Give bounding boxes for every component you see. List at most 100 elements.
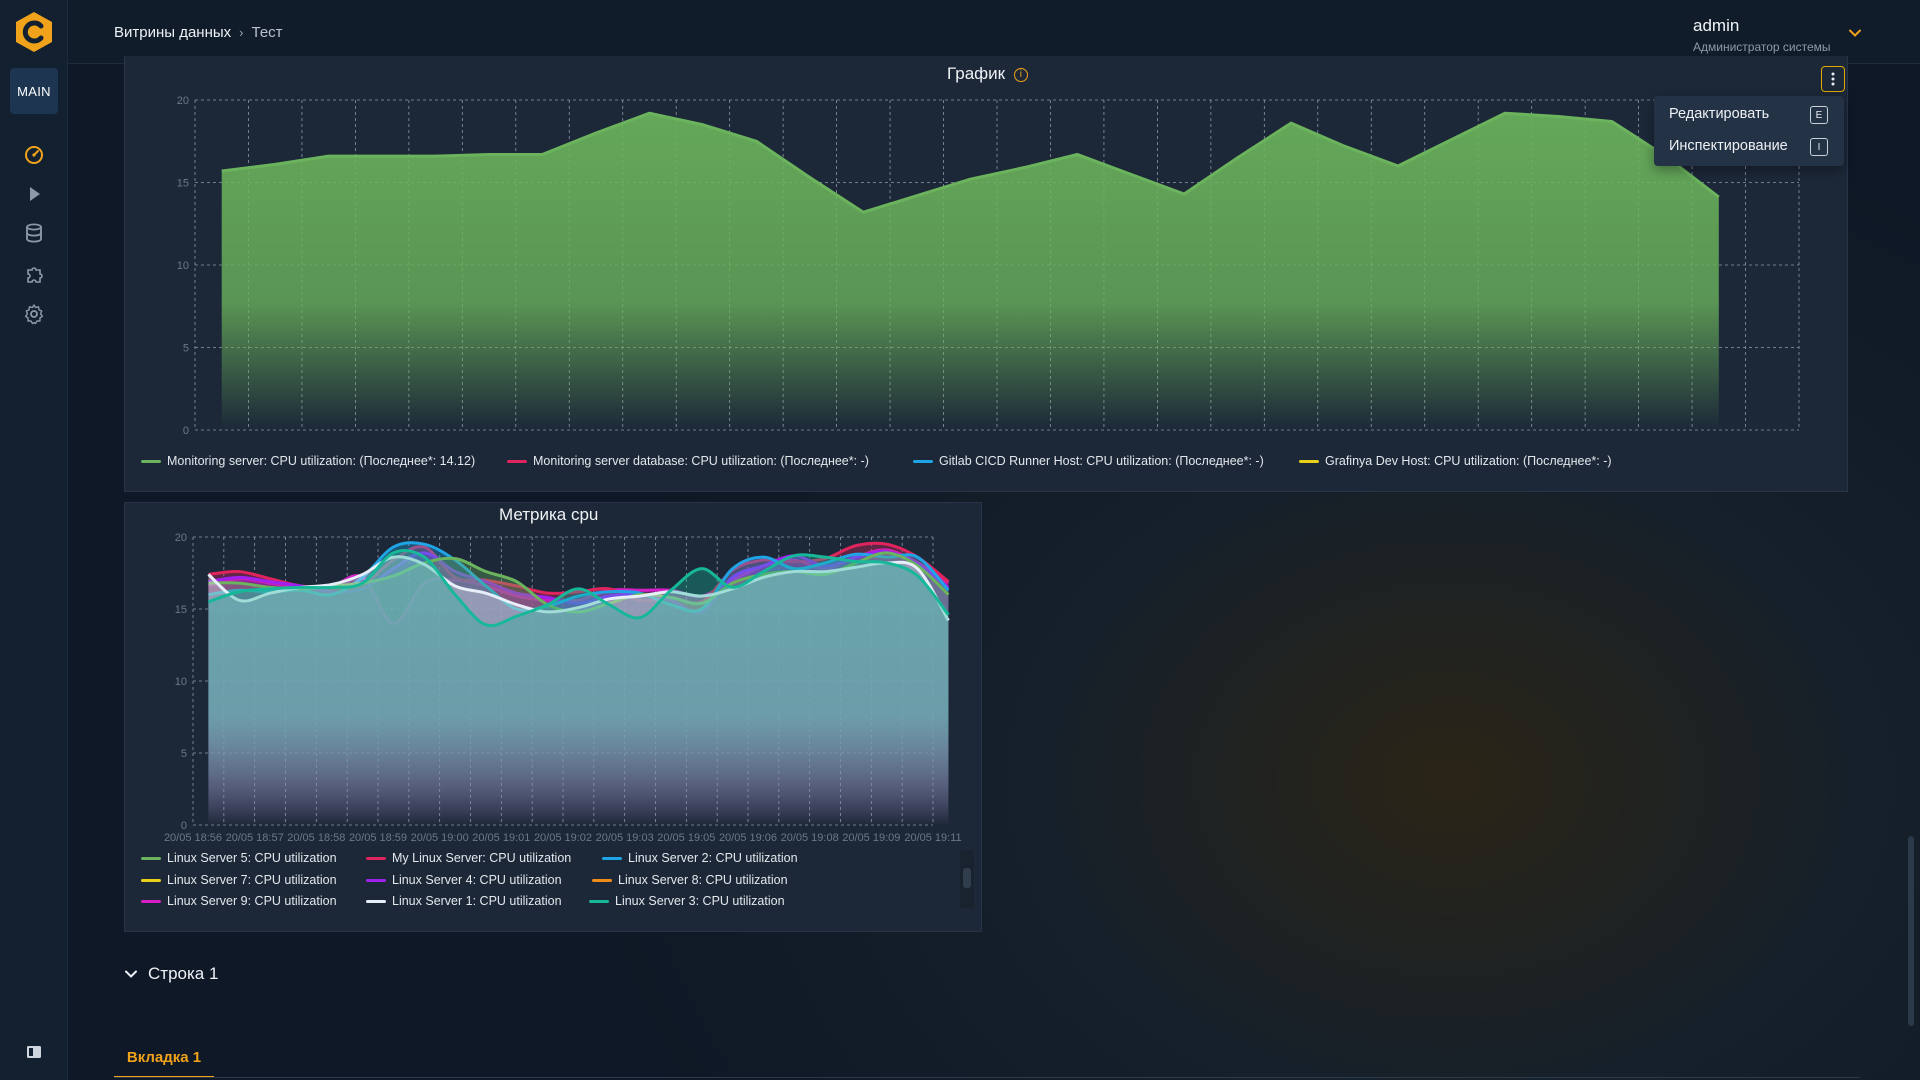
legend-swatch	[366, 856, 386, 860]
legend-item[interactable]: Linux Server 4: CPU utilization	[366, 873, 562, 887]
y-tick-label: 10	[175, 676, 187, 688]
y-tick-label: 15	[177, 178, 189, 190]
chevron-down-icon[interactable]	[1848, 26, 1862, 40]
legend-label: Linux Server 3: CPU utilization	[615, 894, 785, 908]
x-tick-label: 20/05 19:06	[719, 832, 777, 841]
user-menu[interactable]: admin Администратор системы	[1693, 16, 1831, 54]
row-label: Строка 1	[148, 964, 219, 983]
y-tick-label: 15	[175, 604, 187, 616]
x-tick-label: 20/05 19:03	[596, 832, 654, 841]
x-tick-label: 20/05 19:11	[904, 832, 961, 841]
legend-swatch	[1299, 459, 1319, 463]
menu-item-edit[interactable]: Редактировать	[1669, 106, 1769, 122]
panel-metrika-cpu: Метрика cpu 20 15 10 5 0 20/05 18:56 20/05 18:…	[124, 502, 982, 932]
legend-swatch	[589, 899, 609, 903]
y-tick-label: 20	[175, 532, 187, 544]
chart-legend: Monitoring server: CPU utilization: (Пос…	[133, 454, 1833, 474]
legend-label: My Linux Server: CPU utilization	[392, 851, 572, 865]
legend-label: Linux Server 8: CPU utilization	[618, 873, 788, 887]
x-tick-label: 20/05 19:05	[657, 832, 715, 841]
legend-swatch	[507, 459, 527, 463]
panel-menu-button[interactable]	[1821, 66, 1845, 92]
x-tick-label: 20/05 18:58	[287, 832, 345, 841]
logo-icon[interactable]	[12, 10, 56, 54]
legend-label: Linux Server 1: CPU utilization	[392, 894, 562, 908]
puzzle-icon[interactable]	[22, 262, 46, 286]
breadcrumb-item-data-showcases[interactable]: Витрины данных	[114, 24, 231, 41]
series-area	[221, 113, 1719, 430]
y-tick-label: 0	[183, 425, 189, 436]
legend-label: Linux Server 7: CPU utilization	[167, 873, 337, 887]
legend-item[interactable]: Monitoring server database: CPU utilizat…	[507, 454, 869, 468]
sidebar: MAIN	[0, 0, 68, 1080]
top-header: Витрины данных › Тест admin Администрато…	[68, 0, 1920, 64]
legend-item[interactable]: Linux Server 7: CPU utilization	[141, 873, 337, 887]
legend-item[interactable]: My Linux Server: CPU utilization	[366, 851, 571, 865]
legend-scrollbar[interactable]	[960, 850, 974, 908]
panel-toggle-icon[interactable]	[26, 1044, 42, 1060]
legend-swatch	[592, 878, 612, 882]
legend-label: Gitlab CICD Runner Host: CPU utilization…	[939, 454, 1264, 468]
y-tick-label: 5	[181, 748, 187, 760]
legend-swatch	[141, 856, 161, 860]
chevron-right-icon: ›	[239, 25, 244, 40]
legend-item[interactable]: Linux Server 3: CPU utilization	[589, 894, 785, 908]
chart-grafik: 2015105020/05 18:5620/05 18:5720/05 18:5…	[177, 95, 1800, 436]
legend-swatch	[366, 899, 386, 903]
panel-grafik: График i 2015105020/05 18:5620/05 18:572…	[124, 56, 1848, 492]
play-icon[interactable]	[22, 182, 46, 206]
legend-swatch	[141, 459, 161, 463]
x-tick-label: 20/05 19:00	[411, 832, 469, 841]
legend-swatch	[366, 878, 386, 882]
x-tick-label: 20/05 19:01	[472, 832, 530, 841]
tab-vkladka-1[interactable]: Вкладка 1	[114, 1038, 214, 1078]
x-tick-label: 20/05 19:02	[534, 832, 592, 841]
legend-item[interactable]: Grafinya Dev Host: CPU utilization: (Пос…	[1299, 454, 1612, 468]
x-tick-label: 20/05 18:56	[164, 832, 222, 841]
legend-label: Linux Server 4: CPU utilization	[392, 873, 562, 887]
legend-label: Linux Server 2: CPU utilization	[628, 851, 798, 865]
legend-item[interactable]: Monitoring server: CPU utilization: (Пос…	[141, 454, 475, 468]
legend-swatch	[602, 856, 622, 860]
legend-swatch	[141, 899, 161, 903]
menu-item-inspect[interactable]: Инспектирование	[1669, 138, 1788, 154]
legend-label: Linux Server 5: CPU utilization	[167, 851, 337, 865]
legend-item[interactable]: Linux Server 5: CPU utilization	[141, 851, 337, 865]
gear-icon[interactable]	[22, 302, 46, 326]
legend-label: Grafinya Dev Host: CPU utilization: (Пос…	[1325, 454, 1612, 468]
panel-dropdown-menu: Редактировать E Инспектирование I	[1654, 96, 1844, 166]
legend-item[interactable]: Linux Server 8: CPU utilization	[592, 873, 788, 887]
chevron-down-icon	[125, 970, 137, 978]
chart-legend: Linux Server 5: CPU utilization My Linux …	[133, 847, 973, 913]
legend-label: Linux Server 9: CPU utilization	[167, 894, 337, 908]
y-tick-label: 20	[177, 95, 189, 107]
legend-item[interactable]: Linux Server 2: CPU utilization	[602, 851, 798, 865]
tab-divider	[114, 1077, 1860, 1078]
dashboard-icon[interactable]	[22, 142, 46, 166]
series-area	[208, 550, 949, 825]
x-tick-label: 20/05 19:09	[842, 832, 900, 841]
y-tick-label: 10	[177, 260, 189, 272]
legend-item[interactable]: Gitlab CICD Runner Host: CPU utilization…	[913, 454, 1264, 468]
y-tick-label: 5	[183, 343, 189, 355]
legend-label: Monitoring server: CPU utilization: (Пос…	[167, 454, 476, 468]
page-scrollbar[interactable]	[1906, 66, 1916, 1066]
row-header[interactable]: Строка 1	[124, 964, 218, 984]
legend-item[interactable]: Linux Server 9: CPU utilization	[141, 894, 337, 908]
shortcut-badge: I	[1810, 138, 1828, 156]
legend-label: Monitoring server database: CPU utilizat…	[533, 454, 869, 468]
y-tick-label: 0	[181, 820, 187, 832]
user-role: Администратор системы	[1693, 40, 1831, 54]
shortcut-badge: E	[1810, 106, 1828, 124]
x-tick-label: 20/05 19:08	[781, 832, 839, 841]
more-vertical-icon	[1831, 72, 1835, 86]
x-tick-label: 20/05 18:57	[226, 832, 284, 841]
breadcrumb: Витрины данных › Тест	[114, 24, 283, 41]
main-workspace-badge[interactable]: MAIN	[10, 68, 58, 114]
breadcrumb-item-current: Тест	[251, 24, 283, 41]
x-tick-label: 20/05 18:59	[349, 832, 407, 841]
user-name: admin	[1693, 16, 1740, 35]
legend-swatch	[913, 459, 933, 463]
database-icon[interactable]	[22, 221, 46, 245]
legend-item[interactable]: Linux Server 1: CPU utilization	[366, 894, 562, 908]
